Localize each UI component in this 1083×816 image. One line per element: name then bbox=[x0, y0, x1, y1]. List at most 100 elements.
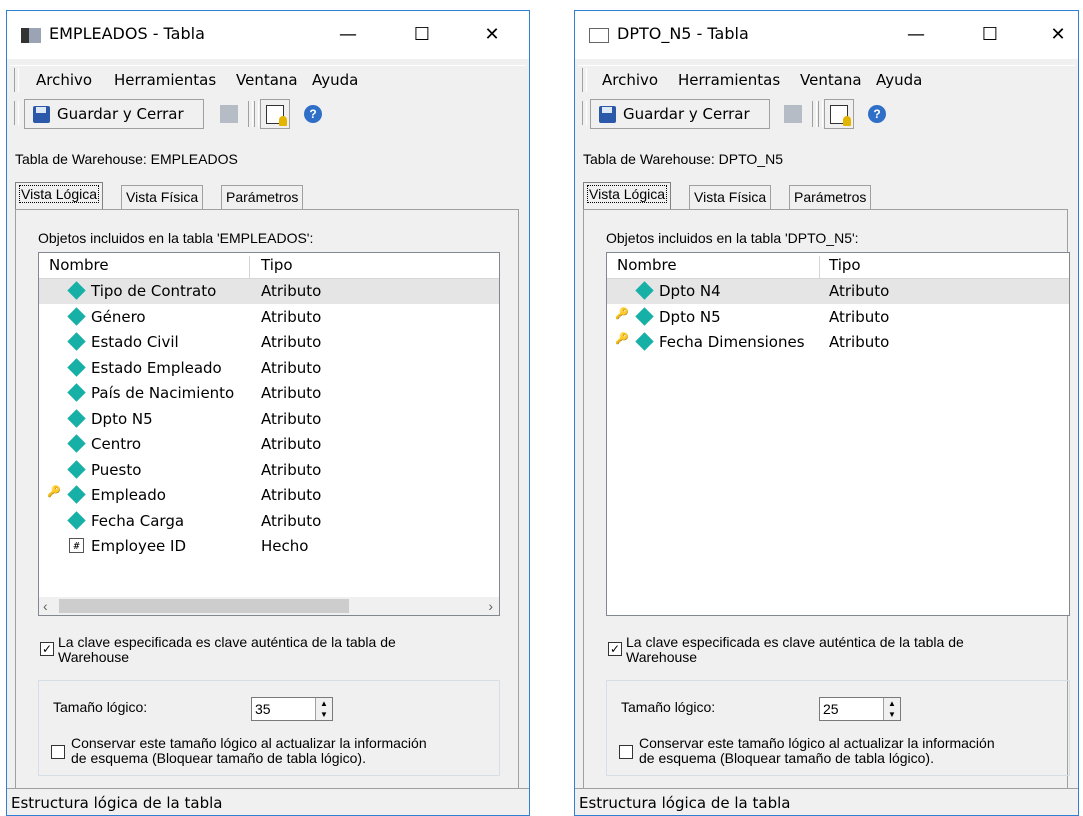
edit-disabled-icon[interactable] bbox=[220, 105, 238, 123]
menu-grip[interactable] bbox=[582, 68, 587, 92]
tab-vista-logica[interactable]: Vista Lógica bbox=[15, 182, 104, 210]
menu-archivo[interactable]: Archivo bbox=[36, 71, 92, 89]
toolbar-grip[interactable] bbox=[14, 101, 19, 125]
object-type: Atributo bbox=[261, 307, 322, 326]
object-type: Atributo bbox=[829, 333, 890, 351]
minimize-button[interactable]: — bbox=[325, 11, 371, 59]
list-item[interactable]: Fecha Carga Atributo bbox=[39, 509, 499, 534]
maximize-button[interactable]: ☐ bbox=[967, 11, 1013, 59]
scroll-thumb[interactable] bbox=[59, 599, 349, 613]
scroll-right-icon[interactable]: › bbox=[488, 597, 493, 615]
attribute-icon bbox=[635, 306, 654, 326]
list-item[interactable]: País de Nacimiento Atributo bbox=[39, 381, 499, 406]
attribute-icon bbox=[67, 383, 86, 402]
object-name: Empleado bbox=[91, 486, 166, 504]
table-icon bbox=[21, 28, 41, 43]
horizontal-scrollbar[interactable]: ‹ › bbox=[39, 597, 499, 615]
tab-parametros[interactable]: Parámetros bbox=[221, 185, 304, 209]
toolbar-grip[interactable] bbox=[582, 101, 587, 125]
logical-size-group: Tamaño lógico: 35 ▲ ▼ Conservar este tama… bbox=[38, 680, 500, 776]
list-item[interactable]: Puesto Atributo bbox=[39, 458, 499, 483]
edit-disabled-icon[interactable] bbox=[784, 105, 802, 123]
scroll-left-icon[interactable]: ‹ bbox=[43, 597, 48, 615]
object-name: Employee ID bbox=[91, 537, 187, 555]
object-type: Hecho bbox=[261, 537, 309, 555]
list-item[interactable]: Centro Atributo bbox=[39, 432, 499, 457]
save-and-close-button[interactable]: Guardar y Cerrar bbox=[24, 99, 204, 129]
object-name: Estado Empleado bbox=[91, 358, 222, 377]
logical-size-value[interactable]: 35 bbox=[255, 701, 271, 717]
tab-vista-fisica[interactable]: Vista Física bbox=[689, 185, 772, 209]
tab-parametros[interactable]: Parámetros bbox=[789, 185, 872, 209]
spinner-arrows-icon[interactable]: ▲ ▼ bbox=[315, 698, 332, 720]
logical-size-value[interactable]: 25 bbox=[823, 701, 839, 717]
close-button[interactable]: ✕ bbox=[1035, 11, 1078, 59]
menu-ayuda[interactable]: Ayuda bbox=[876, 71, 922, 89]
menu-herramientas[interactable]: Herramientas bbox=[678, 71, 780, 89]
minimize-button[interactable]: — bbox=[893, 11, 939, 59]
object-type: Atributo bbox=[261, 409, 322, 428]
preserve-size-checkbox[interactable] bbox=[619, 745, 633, 759]
object-name: Dpto N5 bbox=[659, 307, 721, 326]
objects-list[interactable]: Nombre Tipo Tipo de Contrato Atributo Géne… bbox=[38, 252, 500, 616]
object-type: Atributo bbox=[261, 358, 322, 377]
list-header: Nombre Tipo bbox=[607, 253, 1069, 280]
list-item[interactable]: 🔑 Fecha Dimensiones Atributo bbox=[607, 330, 1069, 355]
list-item[interactable]: 🔑 Dpto N5 Atributo bbox=[607, 305, 1069, 330]
list-item[interactable]: Tipo de Contrato Atributo bbox=[39, 279, 499, 304]
preserve-size-label: Conservar este tamaño lógico al actualiz… bbox=[639, 735, 995, 766]
authentic-key-checkbox[interactable]: ✓ bbox=[608, 642, 622, 656]
warehouse-table-label: Tabla de Warehouse: DPTO_N5 bbox=[583, 151, 783, 167]
title-bar[interactable]: EMPLEADOS - Tabla — ☐ ✕ bbox=[7, 11, 529, 59]
maximize-button[interactable]: ☐ bbox=[399, 11, 445, 59]
close-button[interactable]: ✕ bbox=[469, 11, 515, 59]
object-name: Dpto N5 bbox=[91, 409, 153, 428]
toolbar: Guardar y Cerrar ? bbox=[10, 99, 526, 131]
table-key-button[interactable] bbox=[260, 99, 290, 129]
logical-size-spinner[interactable]: 35 ▲ ▼ bbox=[251, 697, 333, 721]
help-icon[interactable]: ? bbox=[304, 105, 322, 123]
menu-herramientas[interactable]: Herramientas bbox=[114, 71, 216, 89]
help-icon[interactable]: ? bbox=[868, 105, 886, 123]
list-item[interactable]: 🔑 Empleado Atributo bbox=[39, 483, 499, 508]
tab-vista-logica[interactable]: Vista Lógica bbox=[583, 182, 672, 210]
column-header-nombre[interactable]: Nombre bbox=[617, 256, 677, 274]
list-item[interactable]: Estado Civil Atributo bbox=[39, 330, 499, 355]
preserve-size-checkbox[interactable] bbox=[51, 745, 65, 759]
save-and-close-button[interactable]: Guardar y Cerrar bbox=[590, 99, 770, 129]
objects-list[interactable]: Nombre Tipo Dpto N4 Atributo 🔑 Dpto N5 Atrib… bbox=[606, 252, 1070, 616]
object-name: País de Nacimiento bbox=[91, 384, 235, 402]
table-key-button[interactable] bbox=[824, 99, 854, 129]
spinner-arrows-icon[interactable]: ▲ ▼ bbox=[883, 698, 900, 720]
save-and-close-label: Guardar y Cerrar bbox=[57, 105, 184, 123]
column-header-nombre[interactable]: Nombre bbox=[49, 256, 109, 274]
menu-ventana[interactable]: Ventana bbox=[236, 71, 298, 89]
list-item[interactable]: Estado Empleado Atributo bbox=[39, 356, 499, 381]
menu-bar: Archivo Herramientas Ventana Ayuda bbox=[578, 65, 1075, 94]
column-header-tipo[interactable]: Tipo bbox=[261, 256, 293, 274]
object-name: Puesto bbox=[91, 460, 142, 479]
attribute-icon bbox=[67, 434, 86, 453]
menu-ayuda[interactable]: Ayuda bbox=[312, 71, 358, 89]
attribute-icon bbox=[67, 485, 86, 504]
list-item[interactable]: Dpto N4 Atributo bbox=[607, 279, 1069, 304]
object-type: Atributo bbox=[261, 435, 322, 453]
menu-grip[interactable] bbox=[14, 68, 19, 92]
key-icon: 🔑 bbox=[47, 485, 61, 498]
window-title: DPTO_N5 - Tabla bbox=[617, 24, 749, 43]
column-header-tipo[interactable]: Tipo bbox=[829, 256, 861, 274]
attribute-icon bbox=[67, 332, 86, 351]
tab-vista-fisica[interactable]: Vista Física bbox=[121, 185, 204, 209]
list-item[interactable]: Dpto N5 Atributo bbox=[39, 407, 499, 432]
table-key-icon bbox=[266, 105, 287, 126]
object-type: Atributo bbox=[829, 282, 890, 300]
object-name: Género bbox=[91, 307, 146, 326]
logical-size-spinner[interactable]: 25 ▲ ▼ bbox=[819, 697, 901, 721]
objects-label: Objetos incluidos en la tabla 'DPTO_N5': bbox=[606, 230, 859, 246]
list-item[interactable]: # Employee ID Hecho bbox=[39, 534, 499, 559]
title-bar[interactable]: DPTO_N5 - Tabla — ☐ ✕ bbox=[575, 11, 1078, 59]
list-item[interactable]: Género Atributo bbox=[39, 305, 499, 330]
menu-archivo[interactable]: Archivo bbox=[602, 71, 658, 89]
authentic-key-checkbox[interactable]: ✓ bbox=[40, 642, 54, 656]
menu-ventana[interactable]: Ventana bbox=[800, 71, 862, 89]
